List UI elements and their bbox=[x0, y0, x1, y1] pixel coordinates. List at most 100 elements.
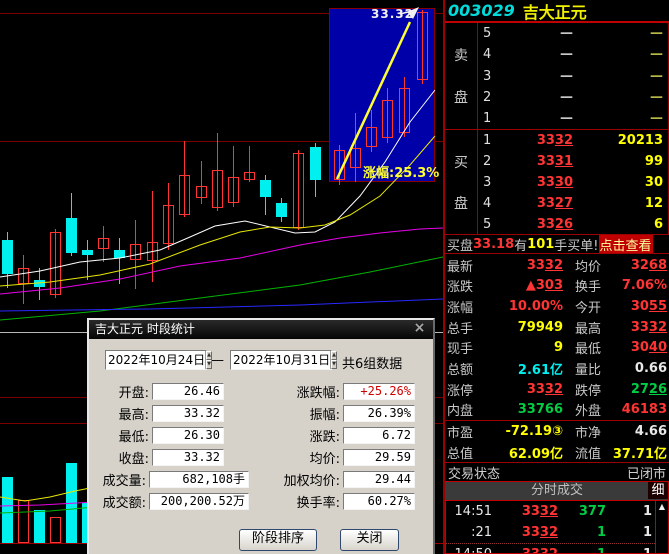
field-label: 换手 bbox=[575, 276, 603, 295]
date-to-value[interactable]: 2022年10月31日 bbox=[231, 351, 330, 369]
dialog-body: 2022年10月24日 ▲ ▼ — 2022年10月31日 ▲ ▼ 共6组数据 … bbox=[89, 339, 433, 554]
detail-row: 涨幅10.00%今开3055 bbox=[445, 296, 669, 317]
buy-row-2[interactable]: 2333199 bbox=[478, 151, 668, 172]
stat-label: 最高: bbox=[89, 404, 152, 423]
sell-row-1[interactable]: 1—— bbox=[478, 108, 668, 129]
date-range-dash: — bbox=[211, 353, 224, 368]
stat-value-field: 200,200.52万 bbox=[149, 493, 249, 510]
volume-bar bbox=[34, 510, 45, 543]
field-value: 37.71亿 bbox=[603, 443, 669, 462]
field-value: 4.66 bbox=[603, 424, 669, 439]
volume-cell: — bbox=[573, 111, 668, 126]
right-stat-row: 振幅:26.39% bbox=[277, 402, 415, 424]
candle-body bbox=[179, 175, 190, 215]
dialog-left-fields: 开盘:26.46最高:33.32最低:26.30收盘:33.32成交量:682,… bbox=[89, 380, 249, 512]
valuation-grid: 市盈-72.19③市净4.66总值62.09亿流值37.71亿 bbox=[445, 420, 669, 463]
stat-value-field: 26.46 bbox=[152, 383, 224, 400]
tick-list-section: 分时成交 细 14:5133323771:2133321114:50333211… bbox=[445, 481, 669, 554]
trade-status-row: 交易状态 已闭市 bbox=[445, 462, 669, 481]
tick-scrollbar[interactable]: ▲ bbox=[655, 501, 668, 553]
left-stat-row: 最高:33.32 bbox=[89, 402, 249, 424]
sell-row-2[interactable]: 2—— bbox=[478, 87, 668, 108]
field-value: 3040 bbox=[603, 340, 669, 355]
date-to-field[interactable]: 2022年10月31日 ▲ ▼ bbox=[230, 350, 332, 370]
stock-code: 003029 bbox=[448, 1, 515, 20]
level-label: 2 bbox=[478, 90, 501, 105]
vol-ma-green bbox=[0, 507, 95, 513]
field-label: 现手 bbox=[445, 338, 475, 357]
dialog-title-bar[interactable]: 吉大正元 时段统计 × bbox=[89, 320, 433, 339]
candle-body bbox=[276, 203, 287, 217]
quote-panel: 003029 吉大正元 卖盘 5——4——3——2——1—— 买盘 133322… bbox=[443, 0, 669, 554]
price-cell[interactable]: 3326 bbox=[501, 217, 573, 232]
price-cell[interactable]: — bbox=[501, 69, 573, 84]
tick-row: 14:50333211 bbox=[446, 544, 655, 553]
group-count-label: 共6组数据 bbox=[342, 353, 402, 372]
sell-row-5[interactable]: 5—— bbox=[478, 23, 668, 44]
field-value: 79949 bbox=[475, 320, 563, 335]
sell-label-char: 卖 bbox=[454, 45, 468, 65]
volume-cell: 12 bbox=[573, 196, 668, 211]
price-cell[interactable]: — bbox=[501, 111, 573, 126]
spinner-down-icon[interactable]: ▼ bbox=[331, 360, 337, 369]
candle-body bbox=[147, 242, 158, 261]
buy-row-4[interactable]: 4332712 bbox=[478, 193, 668, 214]
level-label: 3 bbox=[478, 175, 501, 190]
stat-value-field: 6.72 bbox=[343, 427, 415, 444]
stat-label: 开盘: bbox=[89, 382, 152, 401]
tick-detail-button[interactable]: 细 bbox=[647, 482, 668, 499]
date-from-field[interactable]: 2022年10月24日 ▲ ▼ bbox=[105, 350, 207, 370]
tick-volume: 377 bbox=[558, 504, 606, 519]
scroll-up-icon[interactable]: ▲ bbox=[656, 501, 668, 513]
price-cell[interactable]: — bbox=[501, 90, 573, 105]
field-label: 量比 bbox=[575, 359, 603, 378]
field-value: 3268 bbox=[603, 258, 669, 273]
period-sort-button[interactable]: 阶段排序 bbox=[239, 529, 317, 551]
price-cell[interactable]: 3327 bbox=[501, 196, 573, 211]
stat-value-field: 60.27% bbox=[343, 493, 415, 510]
field-label: 最新 bbox=[445, 256, 475, 275]
view-detail-link[interactable]: 点击查看 bbox=[599, 235, 653, 254]
ma-blue bbox=[0, 299, 443, 311]
price-cell[interactable]: 3330 bbox=[501, 175, 573, 190]
candle-body bbox=[163, 205, 174, 244]
date-to-spinner: ▲ ▼ bbox=[330, 351, 337, 369]
sell-row-3[interactable]: 3—— bbox=[478, 65, 668, 86]
tick-list-title: 分时成交 bbox=[531, 483, 583, 498]
tick-row: 14:5133323771 bbox=[446, 501, 655, 522]
spinner-up-icon[interactable]: ▲ bbox=[331, 351, 337, 360]
stat-label: 收盘: bbox=[89, 448, 152, 467]
close-icon[interactable]: × bbox=[412, 322, 427, 336]
tick-price: 3332 bbox=[492, 504, 558, 519]
stock-title-bar: 003029 吉大正元 bbox=[445, 0, 669, 23]
buy-row-5[interactable]: 533266 bbox=[478, 214, 668, 235]
close-button[interactable]: 关闭 bbox=[340, 529, 399, 551]
price-cell[interactable]: 3332 bbox=[501, 133, 573, 148]
buy-row-1[interactable]: 1333220213 bbox=[478, 130, 668, 151]
app-window: 33.32 涨幅:25.3% 003029 吉大正元 卖盘 5——4——3——2… bbox=[0, 0, 669, 554]
price-cell[interactable]: — bbox=[501, 47, 573, 62]
notice-segment: 33.18 bbox=[473, 237, 514, 252]
sell-label: 卖盘 bbox=[445, 23, 478, 129]
trade-status-value: 已闭市 bbox=[627, 463, 666, 482]
field-value: 3055 bbox=[603, 299, 669, 314]
stat-label: 振幅: bbox=[277, 404, 343, 423]
range-gain-label: 涨幅:25.3% bbox=[363, 162, 439, 181]
vol-ma-yellow bbox=[0, 487, 95, 501]
candle-body bbox=[2, 240, 13, 274]
volume-bar bbox=[18, 500, 29, 543]
buy-row-3[interactable]: 3333030 bbox=[478, 172, 668, 193]
field-value: 3332 bbox=[603, 320, 669, 335]
price-cell[interactable]: — bbox=[501, 26, 573, 41]
tick-count: 1 bbox=[606, 504, 655, 519]
vol-ma-magenta bbox=[0, 502, 95, 506]
price-cell[interactable]: 3331 bbox=[501, 154, 573, 169]
date-from-value[interactable]: 2022年10月24日 bbox=[106, 351, 205, 369]
field-label: 今开 bbox=[575, 297, 603, 316]
tick-price: 3332 bbox=[492, 547, 558, 553]
stat-label: 成交额: bbox=[89, 492, 149, 511]
right-stat-row: 均价:29.59 bbox=[277, 446, 415, 468]
field-label: 涨停 bbox=[445, 380, 475, 399]
field-label: 跌停 bbox=[575, 380, 603, 399]
sell-row-4[interactable]: 4—— bbox=[478, 44, 668, 65]
